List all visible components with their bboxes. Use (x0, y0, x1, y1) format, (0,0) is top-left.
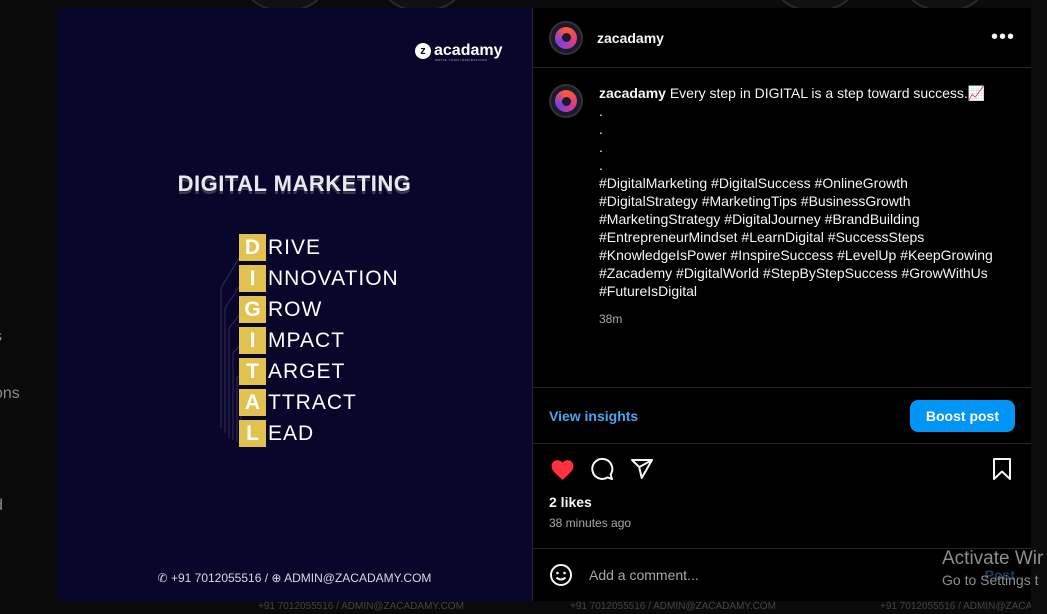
caption-username[interactable]: zacadamy (599, 85, 666, 101)
acronym-word: MPACT (268, 329, 345, 352)
hashtag-line[interactable]: #DigitalStrategy #MarketingTips #Busines… (599, 192, 1009, 210)
acronym-row: I MPACT (239, 323, 399, 354)
digital-acronym: D RIVE I NNOVATION G ROW I MPACT T ARGET A TTR… (239, 230, 399, 447)
hashtag-line[interactable]: #KnowledgeIsPower #InspireSuccess #Level… (599, 246, 1009, 264)
caption-timestamp: 38m (599, 312, 623, 326)
likes-count[interactable]: 2 likes (533, 494, 1031, 510)
contact-phone: +91 7012055516 / (170, 571, 272, 585)
hashtag-line[interactable]: #Zacademy #DigitalWorld #StepByStepSucce… (599, 264, 1009, 282)
caption-text: Every step in DIGITAL is a step toward s… (665, 85, 986, 101)
acronym-word: ROW (268, 298, 323, 321)
acronym-word: NNOVATION (268, 267, 399, 290)
caption-first-line: zacadamy Every step in DIGITAL is a step… (599, 84, 1009, 102)
caption-dot: . (599, 139, 603, 155)
acronym-letter: A (239, 389, 266, 416)
activate-windows-watermark: Activate Wir Go to Settings t (942, 548, 1043, 588)
logo-tagline: WRITE YOUR INSPIRATIONS (435, 58, 488, 62)
view-insights-link[interactable]: View insights (549, 408, 638, 424)
action-bar (533, 444, 1031, 494)
acronym-row: A TTRACT (239, 385, 399, 416)
acronym-row: G ROW (239, 292, 399, 323)
sidebar-text-fragment: ons (0, 385, 20, 402)
caption-area: zacadamy Every step in DIGITAL is a step… (533, 68, 1031, 387)
acronym-row: I NNOVATION (239, 261, 399, 292)
acronym-letter: D (239, 234, 266, 261)
boost-post-button[interactable]: Boost post (909, 399, 1015, 432)
watermark-title: Activate Wir (942, 548, 1044, 569)
acronym-letter: I (239, 265, 266, 292)
caption-avatar[interactable] (549, 84, 583, 118)
hashtag-line[interactable]: #DigitalMarketing #DigitalSuccess #Onlin… (599, 174, 1009, 192)
acronym-row: L EAD (239, 416, 399, 447)
acronym-word: ARGET (268, 360, 346, 383)
comment-input[interactable] (589, 567, 985, 583)
contact-line: ✆ +91 7012055516 / ⊕ ADMIN@ZACADAMY.COM (57, 571, 532, 585)
watermark-subtitle: Go to Settings t (942, 572, 1039, 588)
insights-bar: View insights Boost post (533, 387, 1031, 444)
hashtag-line[interactable]: #MarketingStrategy #DigitalJourney #Bran… (599, 210, 1009, 228)
logo-mark: z (415, 43, 431, 59)
more-options-icon[interactable]: ••• (991, 26, 1015, 49)
acronym-word: RIVE (268, 236, 322, 259)
sidebar-text-fragment: d (0, 497, 3, 515)
caption-body: zacadamy Every step in DIGITAL is a step… (599, 84, 1009, 387)
comment-icon[interactable] (589, 456, 615, 482)
hashtag-line[interactable]: #FutureIsDigital (599, 282, 1009, 300)
avatar[interactable] (549, 20, 583, 55)
acronym-word: TTRACT (268, 391, 357, 414)
background-footer-text: +91 7012055516 / ADMIN@ZACADAMY.COM (258, 601, 464, 612)
save-icon[interactable] (989, 456, 1015, 482)
posted-time: 38 minutes ago (549, 516, 632, 530)
sidebar-text-fragment: s (0, 328, 2, 346)
acronym-row: T ARGET (239, 354, 399, 385)
phone-icon: ✆ (157, 571, 168, 585)
contact-email: ADMIN@ZACADAMY.COM (284, 571, 432, 585)
acronym-letter: G (239, 296, 266, 323)
acronym-letter: I (239, 327, 266, 354)
background-footer-text: +91 7012055516 / ADMIN@ZACADAMY.COM (880, 601, 1047, 612)
acronym-letter: L (239, 420, 266, 447)
caption-dot: . (599, 121, 603, 137)
acronym-row: D RIVE (239, 230, 399, 261)
header-username[interactable]: zacadamy (597, 30, 664, 46)
share-icon[interactable] (629, 456, 655, 482)
like-icon[interactable] (549, 456, 575, 482)
background-right-edge (1031, 0, 1047, 614)
emoji-icon[interactable] (549, 563, 573, 587)
post-image[interactable]: z acadamy WRITE YOUR INSPIRATIONS DIGITA… (57, 8, 532, 601)
caption-dot: . (599, 157, 603, 173)
globe-icon: ⊕ (271, 571, 282, 585)
background-footer-text: +91 7012055516 / ADMIN@ZACADAMY.COM (570, 601, 776, 612)
acronym-word: EAD (268, 422, 315, 445)
caption-dot: . (599, 103, 603, 119)
post-header: zacadamy ••• (533, 8, 1031, 68)
acronym-letter: T (239, 358, 266, 385)
post-detail-panel: zacadamy ••• zacadamy Every step in DIGI… (532, 8, 1031, 601)
hashtag-line[interactable]: #EntrepreneurMindset #LearnDigital #Succ… (599, 228, 1009, 246)
post-headline: DIGITAL MARKETING (177, 171, 412, 196)
